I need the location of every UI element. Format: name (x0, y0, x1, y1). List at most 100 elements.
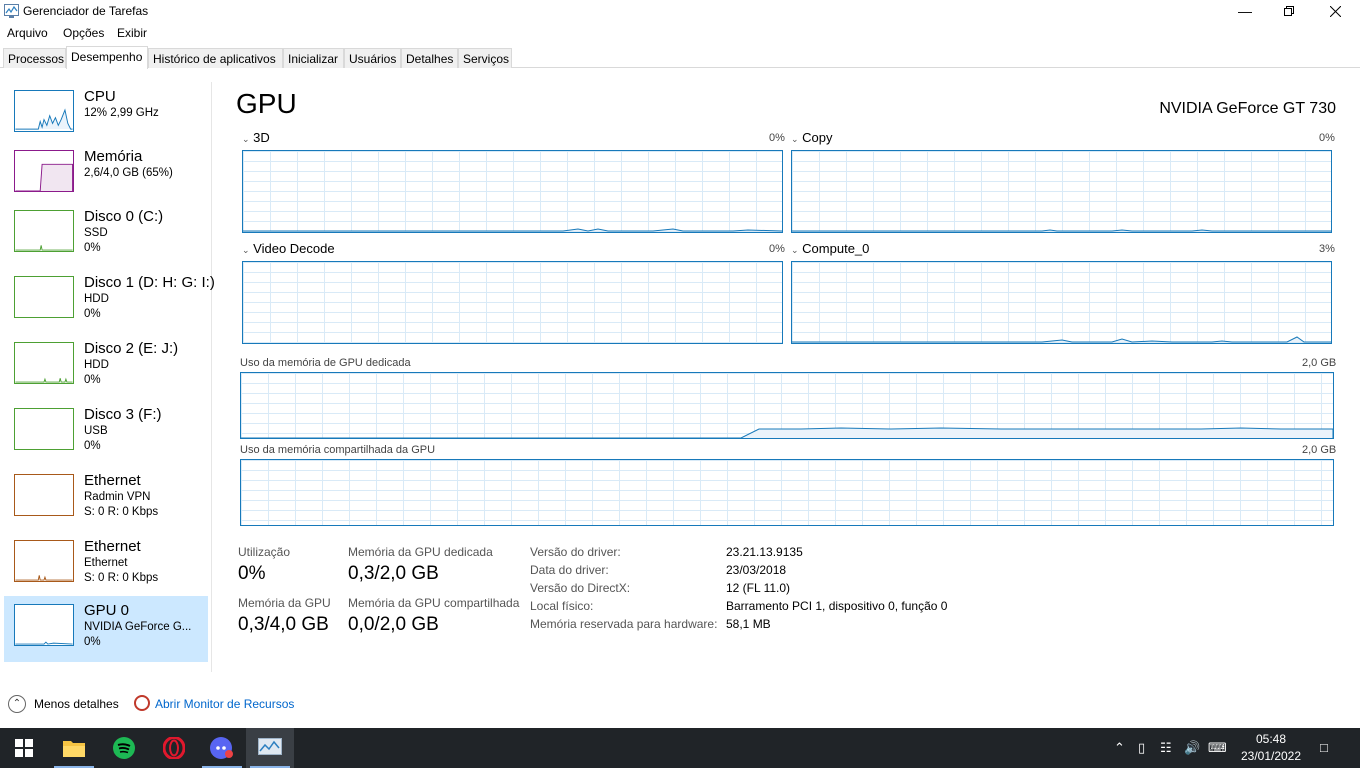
memory-thumbnail (14, 150, 74, 192)
chevron-down-icon: ⌄ (242, 134, 250, 144)
opera-icon (163, 737, 185, 759)
chevron-up-icon[interactable]: ⌃ (1114, 740, 1125, 756)
taskbar: ⌃ ▯ ☷ 🔊 ⌨ 05:48 23/01/2022 □ (0, 728, 1360, 768)
driver-version-value: 23.21.13.9135 (726, 545, 803, 559)
sidebar-item-gpu-0[interactable]: GPU 0 NVIDIA GeForce G... 0% (4, 596, 208, 662)
battery-icon[interactable]: ▯ (1138, 740, 1145, 756)
engine-label: Copy (802, 130, 833, 145)
reserved-memory-value: 58,1 MB (726, 617, 771, 631)
driver-date-value: 23/03/2018 (726, 563, 787, 577)
sidebar-title: Memória (84, 148, 143, 165)
engine-selector-video-decode[interactable]: ⌄ Video Decode (242, 241, 335, 256)
sidebar-item-disco-0[interactable]: Disco 0 (C:) SSD 0% (4, 202, 208, 268)
engine-selector-compute-0[interactable]: ⌄ Compute_0 (791, 241, 869, 256)
gpu-thumbnail (14, 604, 74, 646)
gpu-memory-label: Memória da GPU (238, 596, 331, 610)
keyboard-icon[interactable]: ⌨ (1208, 740, 1227, 756)
discord-button[interactable] (198, 728, 246, 768)
gpu-memory-value: 0,3/4,0 GB (238, 614, 329, 635)
tab-processos[interactable]: Processos (3, 48, 66, 68)
tab-desempenho[interactable]: Desempenho (66, 46, 148, 69)
sidebar-title: Ethernet (84, 538, 141, 555)
sidebar-item-memoria[interactable]: Memória 2,6/4,0 GB (65%) (4, 142, 208, 208)
tab-historico[interactable]: Histórico de aplicativos (148, 48, 283, 68)
engine-graph-copy (791, 150, 1332, 233)
maximize-button[interactable] (1266, 0, 1312, 23)
tab-servicos[interactable]: Serviços (458, 48, 512, 68)
chevron-down-icon: ⌄ (791, 134, 799, 144)
shared-memory-label: Uso da memória compartilhada da GPU (240, 444, 436, 456)
minimize-button[interactable]: — (1222, 0, 1268, 23)
disk-thumbnail (14, 408, 74, 450)
task-manager-taskbar-button[interactable] (246, 728, 294, 768)
sidebar: CPU 12% 2,99 GHz Memória 2,6/4,0 GB (65%… (0, 82, 215, 672)
sidebar-item-disco-1[interactable]: Disco 1 (D: H: G: I:) HDD 0% (4, 268, 215, 334)
sidebar-subtitle: USB (84, 425, 108, 437)
clock-time[interactable]: 05:48 (1236, 732, 1306, 746)
folder-icon (63, 741, 85, 757)
disk-thumbnail (14, 276, 74, 318)
shared-memory-max: 2,0 GB (1302, 444, 1337, 456)
spotify-button[interactable] (100, 728, 148, 768)
dedicated-memory-stat-label: Memória da GPU dedicada (348, 545, 493, 559)
engine-percent: 0% (769, 132, 785, 144)
directx-version-value: 12 (FL 11.0) (726, 581, 791, 595)
sidebar-subtitle: HDD (84, 293, 109, 305)
sidebar-subtitle: 2,6/4,0 GB (65%) (84, 167, 173, 179)
engine-percent: 0% (769, 243, 785, 255)
menu-bar: Arquivo Opções Exibir (0, 23, 1360, 43)
sidebar-value: 0% (84, 242, 101, 254)
sidebar-item-ethernet-vpn[interactable]: Ethernet Radmin VPN S: 0 R: 0 Kbps (4, 466, 208, 532)
less-details-button[interactable]: Menos detalhes (34, 697, 119, 711)
engine-selector-3d[interactable]: ⌄ 3D (242, 130, 270, 145)
sidebar-item-disco-2[interactable]: Disco 2 (E: J:) HDD 0% (4, 334, 208, 400)
menu-opcoes[interactable]: Opções (63, 26, 104, 40)
tab-usuarios[interactable]: Usuários (344, 48, 401, 68)
network-icon[interactable]: ☷ (1160, 740, 1172, 756)
sidebar-title: Disco 1 (D: H: G: I:) (84, 274, 215, 291)
clock-date[interactable]: 23/01/2022 (1236, 749, 1306, 763)
disk-thumbnail (14, 210, 74, 252)
notification-icon[interactable]: □ (1320, 740, 1328, 755)
sidebar-item-ethernet[interactable]: Ethernet Ethernet S: 0 R: 0 Kbps (4, 532, 208, 598)
start-button[interactable] (0, 728, 48, 768)
shared-memory-stat-value: 0,0/2,0 GB (348, 614, 439, 635)
dedicated-memory-stat-value: 0,3/2,0 GB (348, 563, 439, 584)
tab-detalhes[interactable]: Detalhes (401, 48, 458, 68)
sidebar-item-disco-3[interactable]: Disco 3 (F:) USB 0% (4, 400, 208, 466)
sidebar-item-cpu[interactable]: CPU 12% 2,99 GHz (4, 82, 208, 148)
engine-graph-3d (242, 150, 783, 233)
close-button[interactable] (1312, 0, 1358, 23)
engine-label: Compute_0 (802, 241, 870, 256)
gpu-model-name: NVIDIA GeForce GT 730 (1159, 100, 1336, 117)
tab-inicializar[interactable]: Inicializar (283, 48, 344, 68)
footer-bar: ⌃ Menos detalhes Abrir Monitor de Recurs… (0, 690, 1360, 718)
tab-bar: Processos Desempenho Histórico de aplica… (0, 46, 1360, 69)
file-explorer-button[interactable] (50, 728, 98, 768)
disk-thumbnail (14, 342, 74, 384)
sidebar-subtitle: Ethernet (84, 557, 128, 569)
dedicated-memory-max: 2,0 GB (1302, 357, 1337, 369)
engine-label: 3D (253, 130, 270, 145)
discord-icon (210, 737, 233, 759)
volume-icon[interactable]: 🔊 (1184, 740, 1200, 756)
menu-exibir[interactable]: Exibir (117, 26, 147, 40)
chevron-up-icon[interactable]: ⌃ (8, 695, 26, 713)
sidebar-value: S: 0 R: 0 Kbps (84, 572, 159, 584)
cpu-thumbnail (14, 90, 74, 132)
network-thumbnail (14, 474, 74, 516)
close-icon (1329, 5, 1341, 18)
open-resource-monitor-link[interactable]: Abrir Monitor de Recursos (155, 697, 294, 711)
chevron-down-icon: ⌄ (242, 245, 250, 255)
sidebar-subtitle: 12% 2,99 GHz (84, 107, 159, 119)
title-bar: Gerenciador de Tarefas — (0, 0, 1360, 23)
dedicated-memory-label: Uso da memória de GPU dedicada (240, 357, 411, 369)
sidebar-value: S: 0 R: 0 Kbps (84, 506, 159, 518)
opera-button[interactable] (150, 728, 198, 768)
utilization-value: 0% (238, 563, 266, 584)
engine-graph-compute-0 (791, 261, 1332, 344)
shared-memory-graph (240, 459, 1334, 526)
engine-selector-copy[interactable]: ⌄ Copy (791, 130, 833, 145)
menu-arquivo[interactable]: Arquivo (7, 26, 48, 40)
task-manager-icon (4, 4, 19, 18)
